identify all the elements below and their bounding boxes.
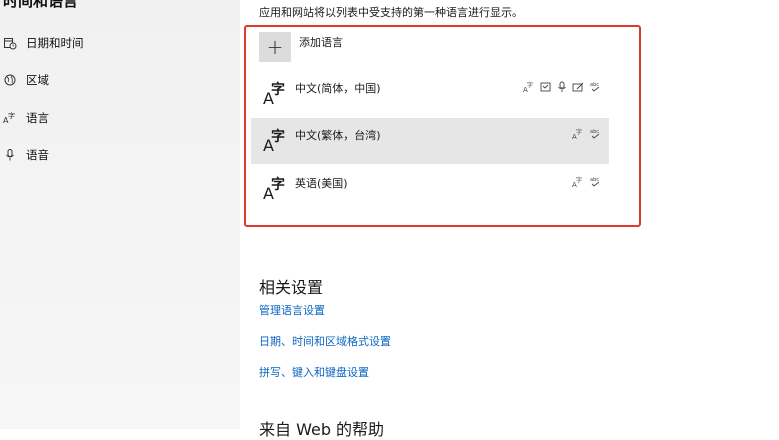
language-features: A字 abc xyxy=(523,81,601,93)
spellcheck-icon: abc xyxy=(590,129,600,139)
plus-icon: + xyxy=(259,32,291,62)
language-glyph-icon: A字 xyxy=(263,129,285,155)
svg-text:abc: abc xyxy=(590,177,599,183)
language-glyph-icon: A字 xyxy=(263,82,285,108)
svg-text:字: 字 xyxy=(8,111,15,120)
svg-text:字: 字 xyxy=(576,176,582,184)
manage-language-settings-link[interactable]: 管理语言设置 xyxy=(259,302,325,318)
calendar-clock-icon xyxy=(2,35,18,51)
language-features: A字 abc xyxy=(572,128,601,140)
sidebar-item-label: 语音 xyxy=(26,148,49,162)
svg-text:字: 字 xyxy=(576,128,582,136)
svg-text:abc: abc xyxy=(590,82,599,88)
sidebar-item-label: 日期和时间 xyxy=(26,36,84,50)
display-language-icon: A字 xyxy=(572,128,582,140)
related-settings-title: 相关设置 xyxy=(259,278,324,297)
spelling-typing-keyboard-link[interactable]: 拼写、键入和键盘设置 xyxy=(259,364,369,380)
display-language-icon: A字 xyxy=(572,176,582,188)
language-item-zh-tw[interactable]: A字 中文(繁体，台湾) A字 abc xyxy=(251,118,609,164)
language-features: A字 abc xyxy=(572,176,601,188)
handwriting-icon xyxy=(572,82,584,92)
speech-recognition-icon xyxy=(558,81,566,92)
sidebar-item-region[interactable]: 区域 xyxy=(2,69,49,91)
svg-text:abc: abc xyxy=(590,129,599,135)
web-help-title: 来自 Web 的帮助 xyxy=(259,420,385,439)
microphone-icon xyxy=(2,147,18,163)
add-language-button[interactable]: + 添加语言 xyxy=(259,32,343,64)
globe-icon xyxy=(2,72,18,88)
main-panel: 应用和网站将以列表中受支持的第一种语言进行显示。 + 添加语言 A字 中文(简体… xyxy=(240,0,779,439)
sidebar-item-date-time[interactable]: 日期和时间 xyxy=(2,32,84,54)
language-item-zh-cn[interactable]: A字 中文(简体，中国) A字 abc xyxy=(251,71,609,117)
intro-text: 应用和网站将以列表中受支持的第一种语言进行显示。 xyxy=(259,6,523,19)
sidebar: 时间和语言 日期和时间 区域 A字 语言 语音 xyxy=(0,0,240,429)
sidebar-item-language[interactable]: A字 语言 xyxy=(2,107,49,129)
svg-text:字: 字 xyxy=(527,81,533,89)
language-name: 英语(美国) xyxy=(295,177,348,190)
display-language-icon: A字 xyxy=(523,81,533,93)
spellcheck-icon: abc xyxy=(590,177,600,187)
language-glyph-icon: A字 xyxy=(263,177,285,203)
sidebar-item-label: 区域 xyxy=(26,73,49,87)
spellcheck-icon: abc xyxy=(590,82,600,92)
sidebar-item-label: 语言 xyxy=(26,111,49,125)
language-name: 中文(简体，中国) xyxy=(295,82,381,95)
add-language-label: 添加语言 xyxy=(299,36,343,49)
date-time-region-format-link[interactable]: 日期、时间和区域格式设置 xyxy=(259,333,391,349)
sidebar-item-speech[interactable]: 语音 xyxy=(2,144,49,166)
language-item-en-us[interactable]: A字 英语(美国) A字 abc xyxy=(251,166,609,212)
language-icon: A字 xyxy=(2,110,18,126)
language-name: 中文(繁体，台湾) xyxy=(295,129,381,142)
sidebar-title: 时间和语言 xyxy=(3,0,79,10)
text-to-speech-icon xyxy=(540,82,551,92)
